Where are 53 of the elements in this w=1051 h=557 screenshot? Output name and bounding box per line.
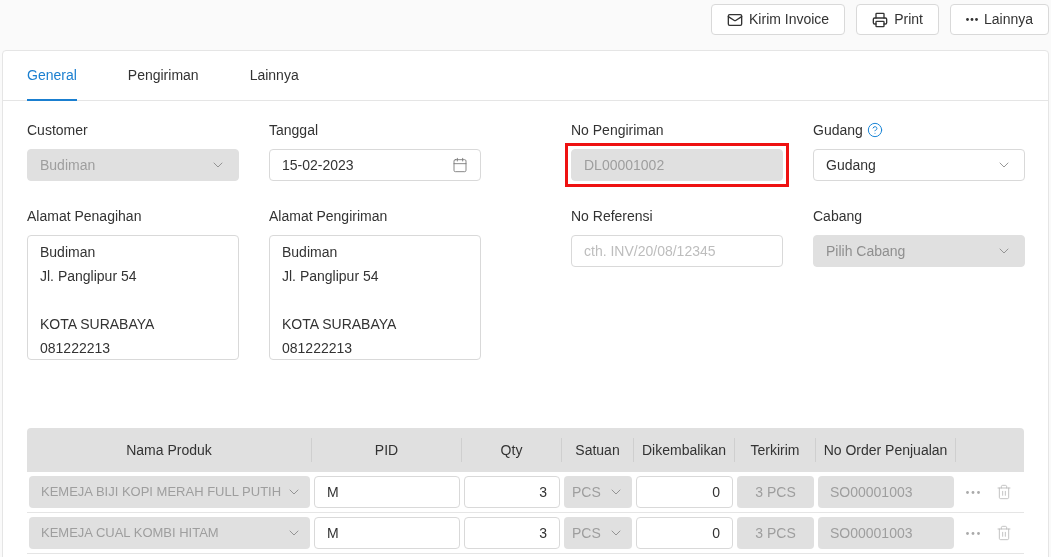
help-icon[interactable]: [866, 122, 883, 138]
more-icon: [965, 18, 978, 21]
calendar-icon: [452, 157, 468, 173]
field-label: Alamat Pengiriman: [269, 206, 388, 226]
toolbar-button[interactable]: Lainnya: [949, 4, 1049, 35]
more-icon[interactable]: [966, 490, 980, 494]
date-field[interactable]: 15-02-2023: [269, 149, 481, 181]
field-label: Gudang: [813, 120, 863, 140]
column-header: Dikembalikan: [641, 440, 726, 460]
returned-field[interactable]: 0: [636, 476, 733, 508]
toolbar-button[interactable]: Print: [856, 4, 939, 35]
column-header: No Order Penjualan: [823, 440, 948, 460]
select-field[interactable]: Gudang: [813, 149, 1025, 181]
trash-icon[interactable]: [996, 525, 1012, 541]
address-line: KOTA SURABAYA: [40, 315, 156, 334]
tab[interactable]: Pengiriman: [127, 51, 199, 101]
more-icon[interactable]: [966, 531, 980, 535]
returned-field[interactable]: 0: [636, 517, 733, 549]
column-header: PID: [374, 440, 399, 460]
qty-field[interactable]: 3: [464, 517, 560, 549]
shipped-field: 3 PCS: [737, 476, 814, 508]
field-label: No Referensi: [571, 206, 653, 226]
field-label: Cabang: [813, 206, 863, 226]
tab[interactable]: General: [27, 51, 77, 101]
tab[interactable]: Lainnya: [249, 51, 299, 101]
address-field[interactable]: Budiman Jl. Panglipur 54 KOTA SURABAYA 081222213: [269, 235, 481, 360]
address-line: Jl. Panglipur 54: [282, 267, 380, 286]
text-field[interactable]: cth. INV/20/08/12345: [571, 235, 783, 267]
column-header: Nama Produk: [126, 440, 212, 460]
order-field: SO00001003: [818, 476, 954, 508]
trash-icon[interactable]: [996, 484, 1012, 500]
column-header: Qty: [500, 440, 523, 460]
order-field: SO00001003: [818, 517, 954, 549]
address-line: Budiman: [282, 243, 339, 262]
address-line: Budiman: [40, 243, 97, 262]
pid-field[interactable]: M: [314, 476, 460, 508]
address-line: 081222213: [40, 339, 112, 358]
field-label: No Pengiriman: [571, 120, 664, 140]
address-line: 081222213: [282, 339, 354, 358]
address-line: KOTA SURABAYA: [282, 315, 398, 334]
mail-icon: [727, 11, 743, 28]
address-field[interactable]: Budiman Jl. Panglipur 54 KOTA SURABAYA 081222213: [27, 235, 239, 360]
shipped-field: 3 PCS: [737, 517, 814, 549]
column-header: Terkirim: [750, 440, 800, 460]
qty-field[interactable]: 3: [464, 476, 560, 508]
field-label: Tanggal: [269, 120, 319, 140]
address-line: Jl. Panglipur 54: [40, 267, 138, 286]
printer-icon: [872, 11, 889, 28]
field-label: Customer: [27, 120, 88, 140]
column-header: Satuan: [575, 440, 620, 460]
field-label: Alamat Penagihan: [27, 206, 142, 226]
pid-field[interactable]: M: [314, 517, 460, 549]
toolbar-button[interactable]: Kirim Invoice: [711, 4, 846, 35]
